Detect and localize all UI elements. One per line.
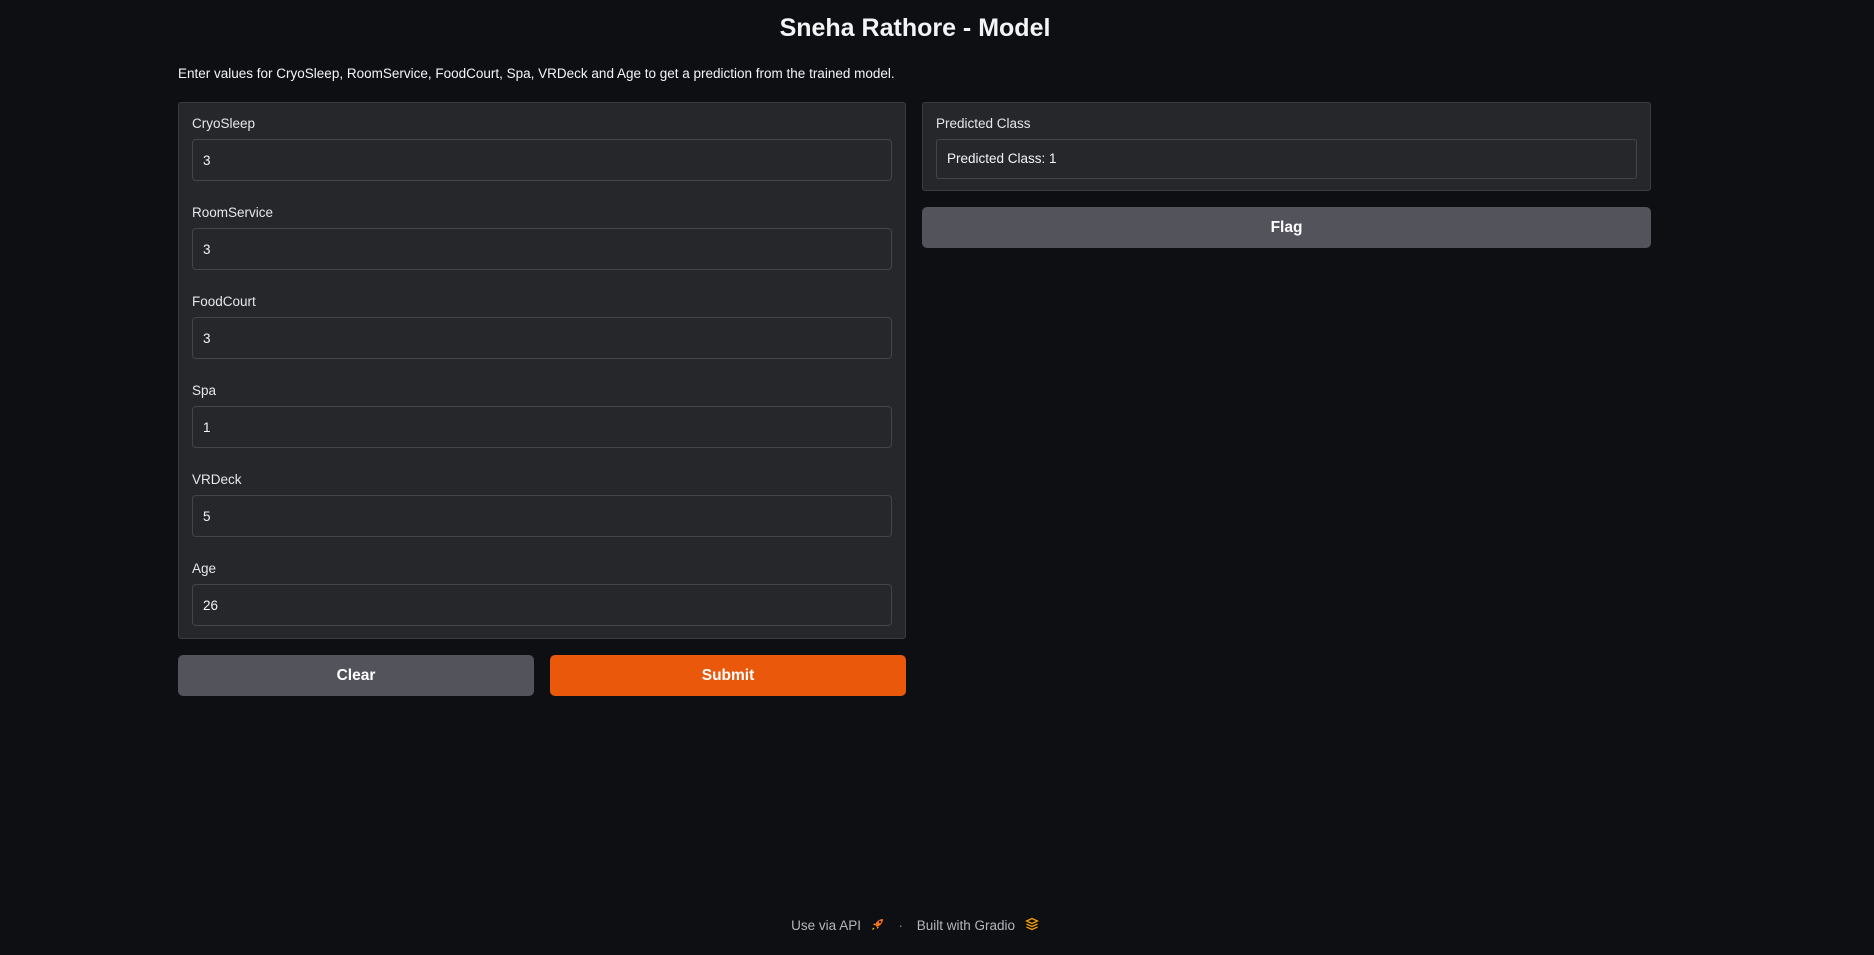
output-panel: Predicted Class Predicted Class: 1 bbox=[922, 102, 1651, 191]
field-vrdeck: VRDeck bbox=[192, 471, 892, 560]
flag-button[interactable]: Flag bbox=[922, 207, 1651, 248]
predicted-class-output: Predicted Class: 1 bbox=[936, 139, 1637, 179]
rocket-icon bbox=[871, 917, 885, 934]
page-title: Sneha Rathore - Model bbox=[779, 14, 1051, 42]
footer-separator: · bbox=[898, 918, 903, 933]
page-description: Enter values for CryoSleep, RoomService,… bbox=[178, 66, 895, 81]
field-label-vrdeck: VRDeck bbox=[192, 472, 242, 487]
spa-input[interactable] bbox=[192, 406, 892, 448]
gradio-logo-icon bbox=[1024, 917, 1039, 934]
field-roomservice: RoomService bbox=[192, 204, 892, 293]
submit-button[interactable]: Submit bbox=[550, 655, 906, 696]
inputs-panel: CryoSleep RoomService FoodCourt Spa VRDe… bbox=[178, 102, 906, 639]
roomservice-input[interactable] bbox=[192, 228, 892, 270]
age-input[interactable] bbox=[192, 584, 892, 626]
footer: Use via API · Built with Gradio bbox=[0, 917, 1830, 934]
field-cryosleep: CryoSleep bbox=[192, 115, 892, 204]
built-with-gradio-label: Built with Gradio bbox=[916, 918, 1016, 933]
built-with-gradio-link[interactable]: Built with Gradio bbox=[916, 917, 1039, 934]
field-label-roomservice: RoomService bbox=[192, 205, 274, 220]
field-label-foodcourt: FoodCourt bbox=[192, 294, 256, 309]
vrdeck-input[interactable] bbox=[192, 495, 892, 537]
field-label-age: Age bbox=[192, 561, 217, 576]
use-via-api-link[interactable]: Use via API bbox=[791, 917, 888, 934]
field-label-cryosleep: CryoSleep bbox=[192, 116, 256, 131]
cryosleep-input[interactable] bbox=[192, 139, 892, 181]
use-via-api-label: Use via API bbox=[791, 918, 861, 933]
output-label: Predicted Class bbox=[936, 116, 1031, 131]
page: Sneha Rathore - Model Enter values for C… bbox=[0, 0, 1874, 955]
field-age: Age bbox=[192, 560, 892, 649]
field-foodcourt: FoodCourt bbox=[192, 293, 892, 382]
field-spa: Spa bbox=[192, 382, 892, 471]
foodcourt-input[interactable] bbox=[192, 317, 892, 359]
field-label-spa: Spa bbox=[192, 383, 217, 398]
clear-button[interactable]: Clear bbox=[178, 655, 534, 696]
